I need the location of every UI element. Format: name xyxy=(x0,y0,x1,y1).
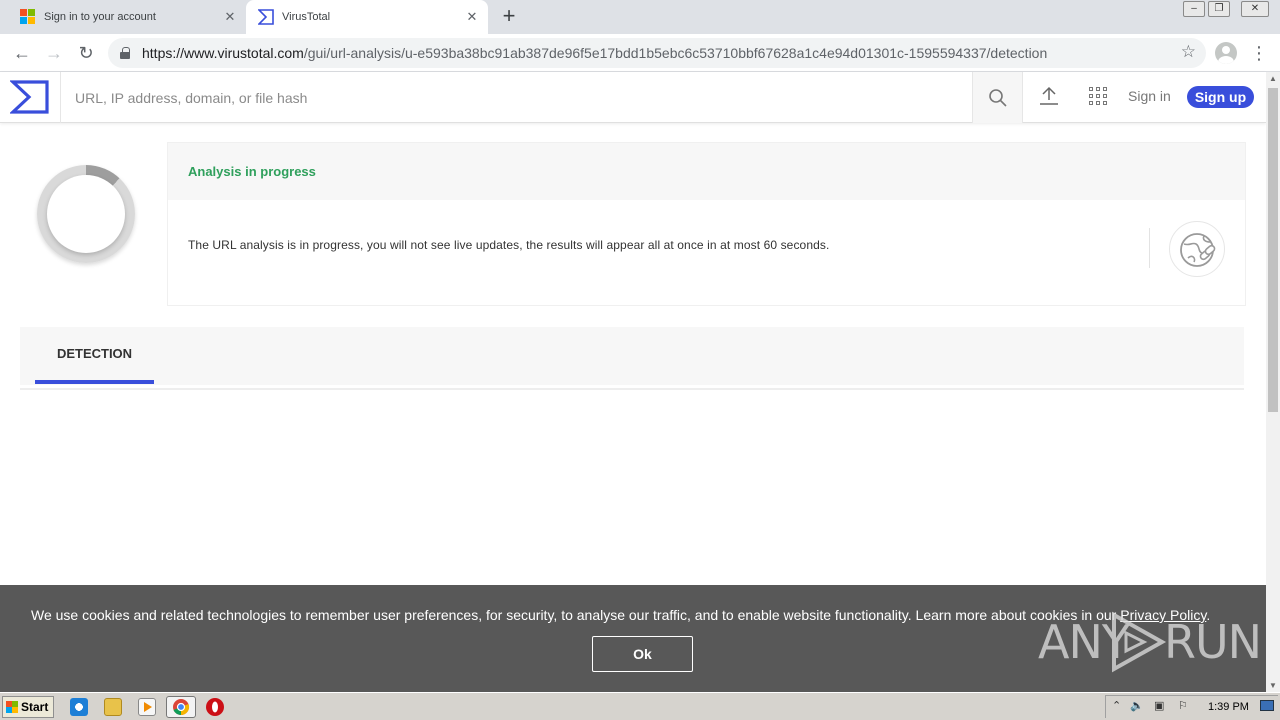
search-box xyxy=(60,72,973,123)
browser-menu-icon[interactable]: ⋮ xyxy=(1250,41,1268,65)
close-tab-icon[interactable]: ✕ xyxy=(222,9,238,25)
analysis-progress-ring xyxy=(37,165,135,263)
action-center-flag-icon[interactable]: ⚐ xyxy=(1178,699,1188,712)
upload-icon[interactable] xyxy=(1037,84,1061,108)
result-tabs-bar: DETECTION xyxy=(20,327,1244,385)
browser-tab-virustotal[interactable]: VirusTotal ✕ xyxy=(246,0,488,34)
forward-arrow-icon[interactable]: → xyxy=(42,41,66,65)
microsoft-logo-icon xyxy=(20,9,36,25)
anyrun-watermark-text-run: RUN xyxy=(1164,615,1262,669)
cookie-text: We use cookies and related technologies … xyxy=(31,607,1210,623)
taskbar-clock[interactable]: 1:39 PM xyxy=(1208,701,1249,713)
sign-in-link[interactable]: Sign in xyxy=(1128,88,1171,104)
analysis-message: The URL analysis is in progress, you wil… xyxy=(188,238,830,252)
virustotal-logo-icon[interactable] xyxy=(10,79,50,115)
network-icon[interactable]: ▣ xyxy=(1154,699,1164,712)
analysis-card: Analysis in progress The URL analysis is… xyxy=(167,142,1246,306)
tab-detection[interactable]: DETECTION xyxy=(35,327,154,385)
analysis-card-header: Analysis in progress xyxy=(168,143,1245,200)
progress-ring-center xyxy=(47,175,125,253)
browser-tab-strip: Sign in to your account ✕ VirusTotal ✕ +… xyxy=(0,0,1280,34)
cookie-message: We use cookies and related technologies … xyxy=(31,607,1121,623)
page-scrollbar[interactable]: ▲ ▼ xyxy=(1266,72,1280,692)
sign-up-button[interactable]: Sign up xyxy=(1187,86,1254,108)
opera-icon[interactable] xyxy=(206,698,224,716)
cookie-ok-button[interactable]: Ok xyxy=(592,636,693,672)
bookmark-star-icon[interactable]: ☆ xyxy=(1181,42,1196,62)
tabs-divider xyxy=(20,388,1244,390)
url-path: /gui/url-analysis/u-e593ba38bc91ab387de9… xyxy=(303,45,1048,61)
virustotal-header: Sign in Sign up xyxy=(0,72,1266,123)
windows-logo-icon xyxy=(6,701,18,713)
show-desktop-icon[interactable] xyxy=(1260,700,1274,711)
browser-tab-sign-in[interactable]: Sign in to your account ✕ xyxy=(8,0,246,34)
search-button[interactable] xyxy=(973,72,1023,123)
url-link-icon xyxy=(1169,221,1225,277)
virustotal-favicon-icon xyxy=(258,9,274,25)
restore-window-button[interactable]: ❐ xyxy=(1208,1,1230,17)
start-label: Start xyxy=(21,700,49,714)
new-tab-button[interactable]: + xyxy=(498,5,520,28)
file-explorer-icon[interactable] xyxy=(104,698,122,716)
play-logo-icon xyxy=(1112,611,1167,673)
tab-title: Sign in to your account xyxy=(44,11,156,23)
scroll-thumb[interactable] xyxy=(1268,88,1278,412)
close-window-button[interactable]: ✕ xyxy=(1241,1,1269,17)
tray-expand-icon[interactable]: ⌃ xyxy=(1112,699,1121,712)
tab-title: VirusTotal xyxy=(282,11,331,23)
chrome-icon xyxy=(173,699,190,716)
analysis-status: Analysis in progress xyxy=(188,164,316,179)
scroll-down-arrow-icon[interactable]: ▼ xyxy=(1269,681,1277,690)
volume-icon[interactable]: 🔈 xyxy=(1130,699,1144,712)
close-tab-icon[interactable]: ✕ xyxy=(464,9,480,25)
search-input[interactable] xyxy=(61,72,972,123)
lock-icon xyxy=(120,47,130,59)
internet-explorer-icon[interactable] xyxy=(70,698,88,716)
start-button[interactable]: Start xyxy=(2,696,54,718)
url-text[interactable]: https://www.virustotal.com/gui/url-analy… xyxy=(142,45,1047,61)
chrome-taskbar-button[interactable] xyxy=(166,696,196,718)
apps-grid-icon[interactable] xyxy=(1089,87,1109,107)
search-icon xyxy=(989,89,1007,107)
reload-icon[interactable]: ↻ xyxy=(74,41,98,65)
media-player-icon[interactable] xyxy=(138,698,156,716)
browser-toolbar: ← → ↻ https://www.virustotal.com/gui/url… xyxy=(0,34,1280,72)
url-host: https://www.virustotal.com xyxy=(142,45,304,61)
profile-avatar-icon[interactable] xyxy=(1215,42,1237,64)
back-arrow-icon[interactable]: ← xyxy=(10,41,34,65)
card-divider xyxy=(1149,228,1150,268)
system-tray: ⌃ 🔈 ▣ ⚐ xyxy=(1105,695,1278,718)
active-tab-indicator xyxy=(35,380,154,384)
windows-taskbar: Start ⌃ 🔈 ▣ ⚐ 1:39 PM xyxy=(0,692,1280,720)
anyrun-watermark-logo: ANY RUN xyxy=(1038,607,1262,675)
scroll-up-arrow-icon[interactable]: ▲ xyxy=(1269,74,1277,83)
address-bar[interactable]: https://www.virustotal.com/gui/url-analy… xyxy=(108,38,1206,68)
minimize-window-button[interactable]: – xyxy=(1183,1,1205,17)
